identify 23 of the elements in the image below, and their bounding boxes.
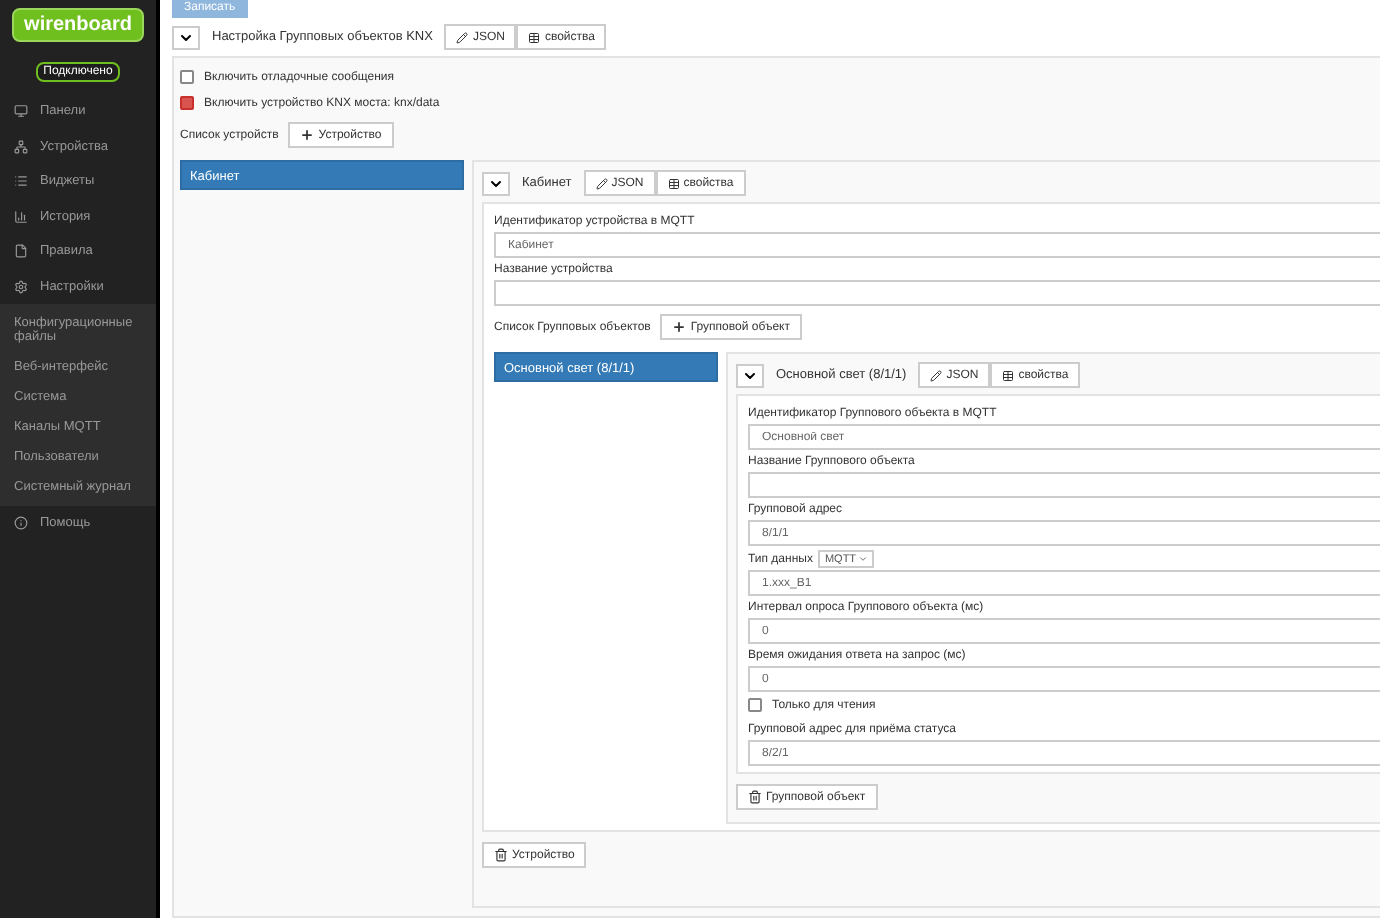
- chevron-icon: [858, 554, 869, 564]
- checkbox[interactable]: [748, 698, 762, 712]
- trash-icon: [494, 848, 508, 862]
- table-icon: [528, 31, 541, 43]
- chevron-icon: [488, 175, 504, 191]
- chevron-icon: [742, 367, 758, 383]
- input-field[interactable]: [748, 472, 1380, 498]
- checkbox[interactable]: [180, 96, 194, 110]
- input-field[interactable]: [494, 280, 1380, 306]
- chevron-icon: [178, 29, 194, 45]
- collapse-button[interactable]: [736, 363, 764, 387]
- plus-icon: [300, 128, 315, 142]
- checkbox[interactable]: [180, 70, 194, 84]
- trash-icon: [748, 790, 762, 804]
- collapse-button[interactable]: [172, 25, 200, 49]
- logo: wirenboard: [12, 8, 144, 42]
- table-icon: [667, 177, 680, 189]
- pencil-icon: [456, 31, 469, 43]
- collapse-button[interactable]: [482, 171, 510, 195]
- pencil-icon: [930, 369, 943, 381]
- table-icon: [1002, 369, 1015, 381]
- pencil-icon: [595, 177, 608, 189]
- plus-icon: [672, 320, 687, 334]
